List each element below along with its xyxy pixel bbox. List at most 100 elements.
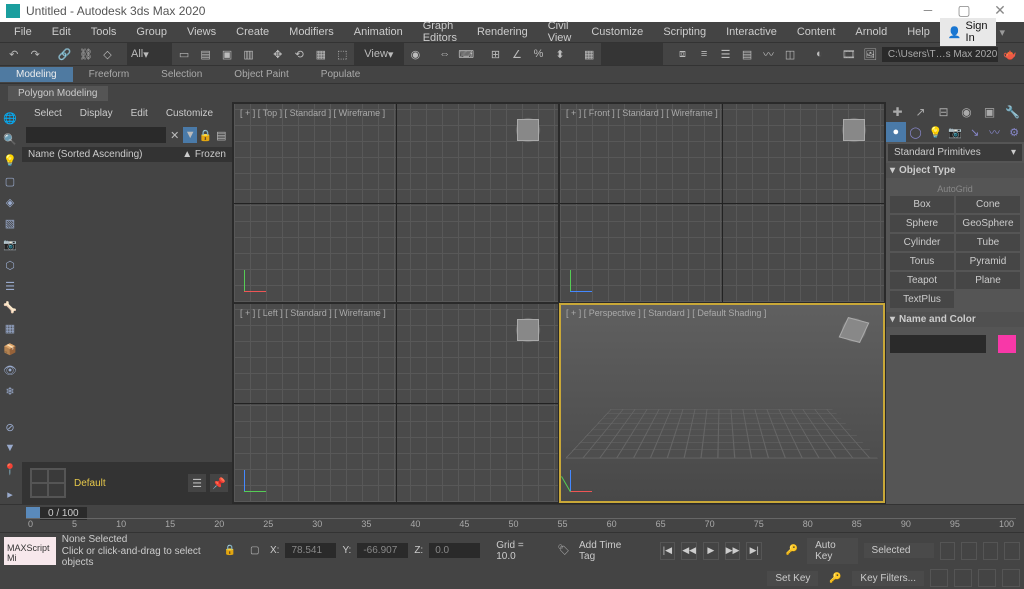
- scene-tab-display[interactable]: Display: [72, 106, 121, 121]
- ribbon-button[interactable]: ▤: [737, 43, 757, 65]
- primitive-teapot[interactable]: Teapot: [890, 272, 954, 289]
- menu-grapheditors[interactable]: Graph Editors: [413, 18, 467, 46]
- primitive-box[interactable]: Box: [890, 196, 954, 213]
- primitive-textplus[interactable]: TextPlus: [890, 291, 954, 308]
- scene-add-icon[interactable]: ▤: [215, 127, 228, 143]
- rail-shape-icon[interactable]: ▧: [0, 213, 20, 233]
- signin-button[interactable]: 👤 Sign In: [940, 18, 996, 46]
- undo-button[interactable]: ↶: [4, 43, 24, 65]
- viewport-front[interactable]: [ + ] [ Front ] [ Standard ] [ Wireframe…: [560, 104, 884, 302]
- ribbon-tab-modeling[interactable]: Modeling: [0, 67, 73, 82]
- spinner-snap-button[interactable]: ⬍: [550, 43, 570, 65]
- primitive-torus[interactable]: Torus: [890, 253, 954, 270]
- schematic-button[interactable]: ◫: [780, 43, 800, 65]
- window-crossing-button[interactable]: ▥: [239, 43, 259, 65]
- prev-frame-button[interactable]: ◀◀: [681, 542, 697, 560]
- scene-tab-select[interactable]: Select: [26, 106, 70, 121]
- scene-header-row[interactable]: Name (Sorted Ascending) ▲ Frozen: [22, 147, 232, 162]
- viewcube-left[interactable]: [506, 308, 550, 352]
- time-ruler[interactable]: 0 5 10 15 20 25 30 35 40 45 50 55 60 65 …: [26, 518, 1016, 532]
- bind-button[interactable]: ◇: [98, 43, 118, 65]
- goto-start-button[interactable]: |◀: [660, 542, 676, 560]
- selection-filter-dropdown[interactable]: All ▾: [127, 43, 172, 65]
- viewcube-front[interactable]: [832, 108, 876, 152]
- viewcube-persp[interactable]: [832, 308, 876, 352]
- viewcube-top[interactable]: [506, 108, 550, 152]
- menu-tools[interactable]: Tools: [81, 24, 127, 40]
- named-selection-dropdown[interactable]: [601, 43, 663, 65]
- nav-max-icon[interactable]: [1004, 542, 1020, 560]
- rail-group-icon[interactable]: ▦: [0, 318, 20, 338]
- menu-interactive[interactable]: Interactive: [716, 24, 787, 40]
- cat-cameras-icon[interactable]: 📷: [945, 122, 965, 142]
- rail-light-icon[interactable]: 💡: [0, 150, 20, 170]
- primitive-geosphere[interactable]: GeoSphere: [956, 215, 1020, 232]
- nav-pan-icon[interactable]: [940, 542, 956, 560]
- menu-rendering[interactable]: Rendering: [467, 24, 538, 40]
- chevron-icon[interactable]: ▾: [996, 26, 1010, 39]
- nav-zoom-icon[interactable]: [961, 542, 977, 560]
- layers-button[interactable]: ☰: [716, 43, 736, 65]
- rail-expand-icon[interactable]: ▸: [0, 484, 20, 504]
- viewport-top[interactable]: [ + ] [ Top ] [ Standard ] [ Wireframe ]: [234, 104, 558, 302]
- menu-group[interactable]: Group: [126, 24, 177, 40]
- rollout-object-type[interactable]: ▾ Object Type: [886, 163, 1024, 178]
- cmd-tab-modify[interactable]: ↗: [909, 102, 932, 122]
- goto-end-button[interactable]: ▶|: [746, 542, 762, 560]
- primitive-tube[interactable]: Tube: [956, 234, 1020, 251]
- menu-create[interactable]: Create: [226, 24, 279, 40]
- cmd-tab-utilities[interactable]: 🔧: [1001, 102, 1024, 122]
- scene-clear-icon[interactable]: ✕: [168, 127, 181, 143]
- rollout-name-color[interactable]: ▾ Name and Color: [886, 312, 1024, 327]
- scene-lock-icon[interactable]: 🔒: [199, 127, 213, 143]
- time-tag-icon[interactable]: 🏷: [554, 540, 573, 562]
- primitive-sphere[interactable]: Sphere: [890, 215, 954, 232]
- viewport-layout-icon[interactable]: [30, 468, 66, 498]
- primitive-category-dropdown[interactable]: Standard Primitives▾: [888, 144, 1022, 161]
- rail-layer-icon[interactable]: ☰: [0, 276, 20, 296]
- scene-pin-icon[interactable]: 📌: [210, 474, 228, 492]
- nav-walk-icon[interactable]: [978, 569, 996, 587]
- percent-snap-button[interactable]: %: [529, 43, 549, 65]
- object-name-input[interactable]: [890, 335, 986, 353]
- scene-filter-icon[interactable]: ▼: [183, 127, 196, 143]
- ribbon-tab-populate[interactable]: Populate: [305, 67, 376, 82]
- angle-snap-button[interactable]: ∠: [507, 43, 527, 65]
- rail-geom-icon[interactable]: ◈: [0, 192, 20, 212]
- render-frame-button[interactable]: 🖼: [860, 43, 880, 65]
- cat-spacewarps-icon[interactable]: 〰: [985, 122, 1005, 142]
- rail-camera-icon[interactable]: 📷: [0, 234, 20, 254]
- cmd-tab-motion[interactable]: ◉: [955, 102, 978, 122]
- rail-eye-icon[interactable]: 👁: [0, 360, 20, 380]
- cat-helpers-icon[interactable]: ↘: [965, 122, 985, 142]
- select-button[interactable]: ▭: [174, 43, 194, 65]
- align-button[interactable]: ≡: [694, 43, 714, 65]
- z-coord[interactable]: 0.0: [429, 543, 480, 558]
- manipulate-button[interactable]: ⇔: [435, 43, 455, 65]
- cmd-tab-create[interactable]: ✚: [886, 102, 909, 122]
- scene-layers-icon[interactable]: ☰: [188, 474, 206, 492]
- key-mode-icon[interactable]: 🔑: [782, 540, 801, 562]
- scale-button[interactable]: ▦: [311, 43, 331, 65]
- rail-pin-icon[interactable]: 📍: [0, 459, 20, 479]
- rail-funnel-icon[interactable]: ▼: [0, 438, 20, 458]
- object-color-swatch[interactable]: [998, 335, 1016, 353]
- menu-help[interactable]: Help: [897, 24, 940, 40]
- subribbon-polygon-modeling[interactable]: Polygon Modeling: [8, 86, 108, 101]
- cmd-tab-display[interactable]: ▣: [978, 102, 1001, 122]
- keyboard-shortcut-button[interactable]: ⌨: [456, 43, 476, 65]
- mirror-button[interactable]: ⧈: [673, 43, 693, 65]
- rail-frozen-icon[interactable]: ❄: [0, 381, 20, 401]
- isolate-icon[interactable]: ▢: [245, 540, 264, 562]
- maxscript-listener[interactable]: MAXScript Mi: [4, 537, 56, 565]
- pivot-button[interactable]: ◉: [406, 43, 426, 65]
- scene-tab-customize[interactable]: Customize: [158, 106, 221, 121]
- primitive-pyramid[interactable]: Pyramid: [956, 253, 1020, 270]
- menu-arnold[interactable]: Arnold: [845, 24, 897, 40]
- menu-modifiers[interactable]: Modifiers: [279, 24, 344, 40]
- ref-coord-dropdown[interactable]: View ▾: [354, 43, 404, 65]
- curve-editor-button[interactable]: 〰: [759, 43, 779, 65]
- ribbon-tab-objectpaint[interactable]: Object Paint: [218, 67, 304, 82]
- key-big-icon[interactable]: 🔑: [824, 567, 846, 589]
- cat-systems-icon[interactable]: ⚙: [1004, 122, 1024, 142]
